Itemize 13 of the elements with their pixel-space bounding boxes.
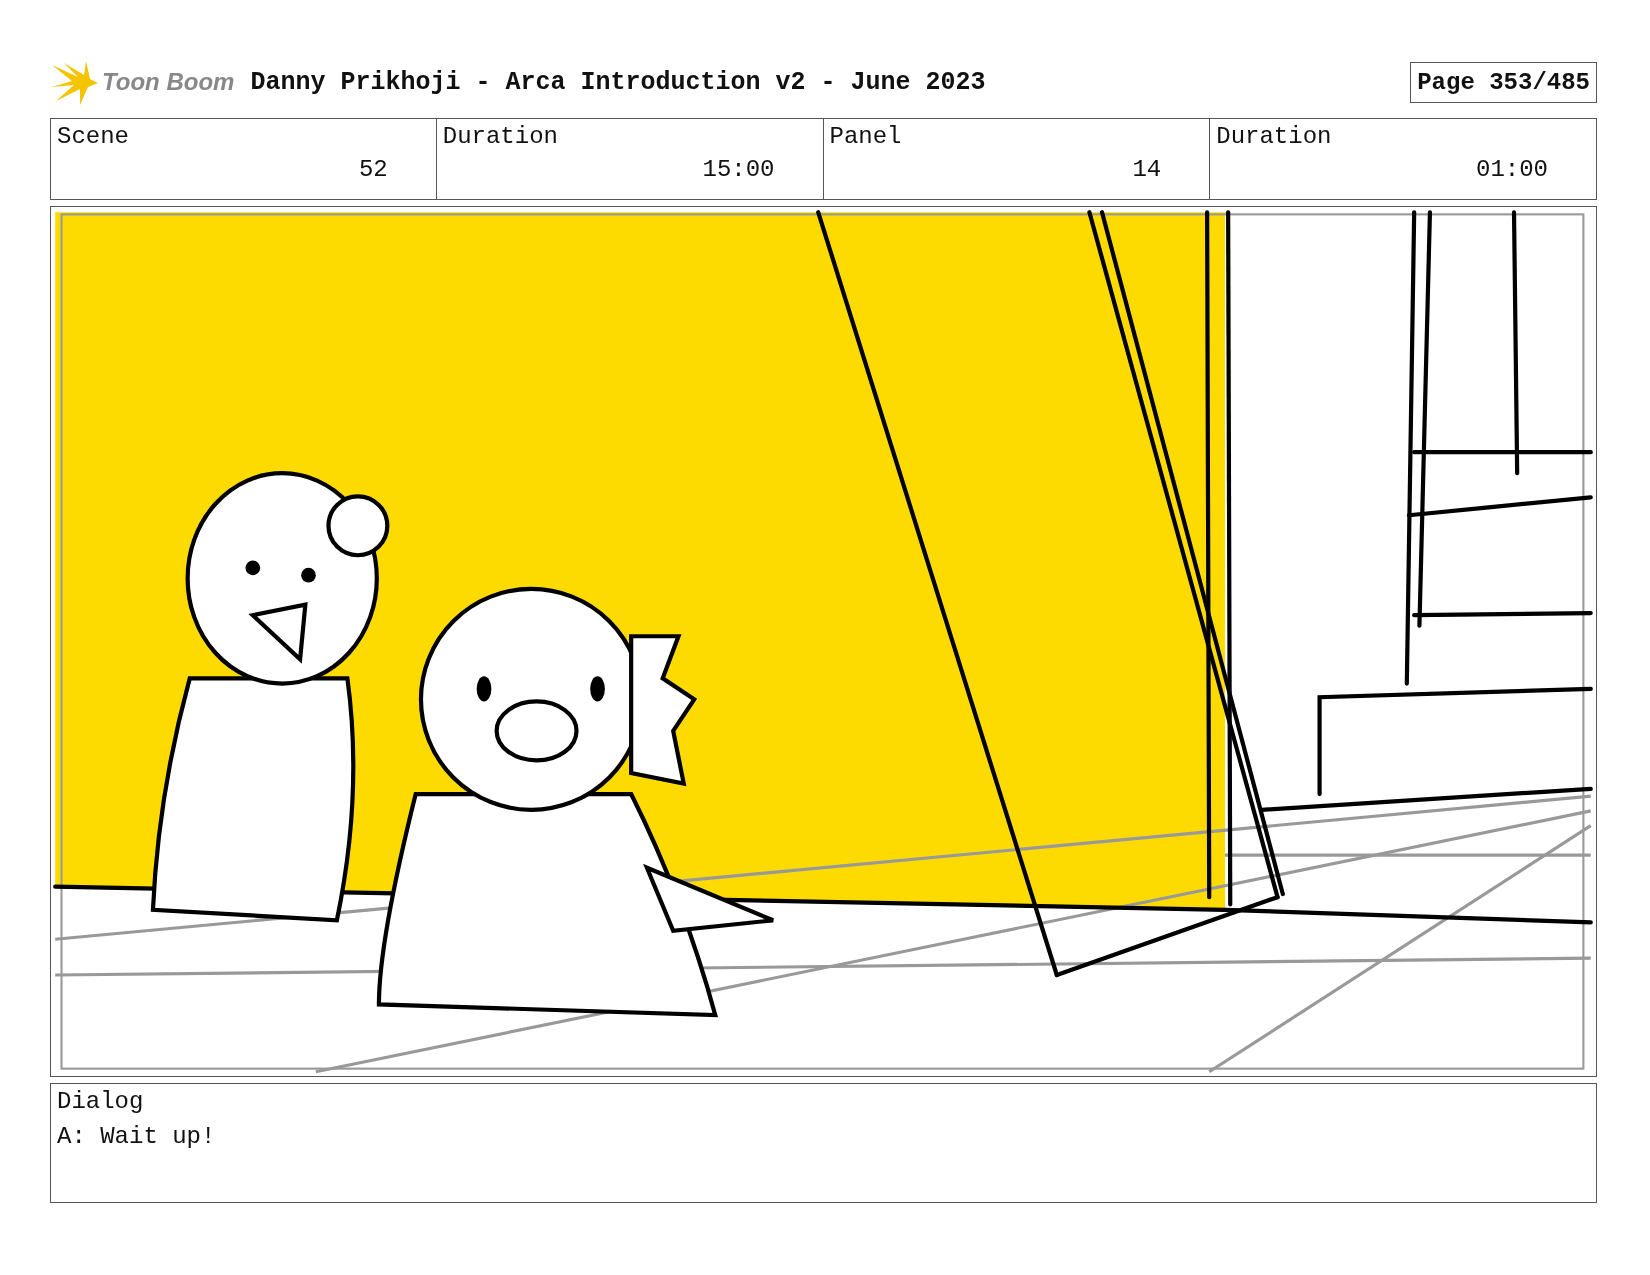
page-number: Page 353/485 — [1410, 61, 1597, 103]
info-label: Panel — [829, 123, 903, 150]
info-label: Duration — [442, 123, 559, 150]
info-value: 14 — [1131, 156, 1162, 183]
info-label: Scene — [57, 123, 130, 150]
info-value: 01:00 — [1475, 156, 1548, 183]
document-title: Danny Prikhoji - Arca Introduction v2 - June 2023 — [250, 67, 987, 97]
info-value: 15:00 — [701, 156, 775, 183]
dialog-label: Dialog — [57, 1088, 145, 1115]
info-label: Duration — [1216, 123, 1333, 150]
logo-text: Toon Boom — [102, 68, 235, 96]
dialog-text: A: Wait up! — [57, 1123, 217, 1150]
info-value: 52 — [357, 156, 388, 183]
